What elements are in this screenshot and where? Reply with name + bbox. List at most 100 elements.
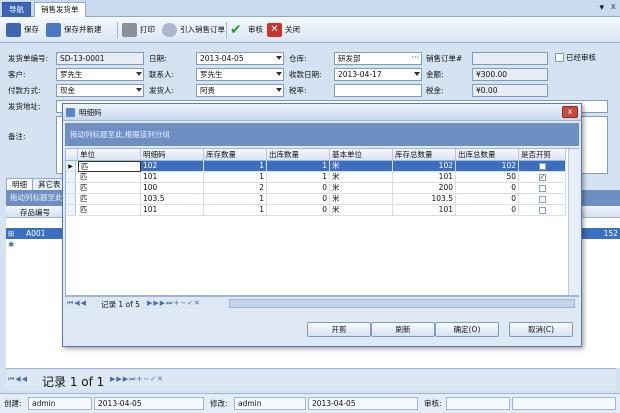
chevron-down-icon[interactable] — [276, 72, 282, 76]
cell-unit[interactable]: 匹 — [78, 172, 141, 183]
cell-code[interactable]: 101 — [141, 205, 204, 216]
col-out[interactable]: 出库数量 — [267, 149, 330, 161]
warehouse-field[interactable]: 研发部 ··· — [334, 52, 422, 65]
cancel-button[interactable]: 取消(C) — [509, 322, 573, 337]
customer-field[interactable]: 罗先生 — [56, 68, 144, 81]
audited-checkbox[interactable] — [555, 53, 564, 62]
contact-field[interactable]: 罗先生 — [196, 68, 284, 81]
chevron-down-icon[interactable] — [414, 72, 420, 76]
cell-base-unit[interactable]: 米 — [330, 161, 393, 172]
col-stock[interactable]: 库存数量 — [204, 149, 267, 161]
receive-date-field[interactable]: 2013-04-17 — [334, 68, 422, 81]
cut-checkbox[interactable] — [538, 163, 546, 170]
ellipsis-icon[interactable]: ··· — [411, 53, 419, 63]
cell-out-total[interactable]: 102 — [456, 161, 519, 172]
cell-stock[interactable]: 1 — [204, 205, 267, 216]
dialog-pager-prev-icons[interactable]: ⏮◀◀ — [67, 299, 87, 308]
cell-out[interactable]: 0 — [267, 205, 330, 216]
row-indicator[interactable] — [66, 183, 76, 194]
row-indicator[interactable] — [66, 172, 76, 183]
cell-out-total[interactable]: 0 — [456, 183, 519, 194]
tab-menu-icon[interactable]: ▾ — [599, 3, 604, 13]
table-row[interactable]: 匹 101 1 1 米 101 50 — [66, 172, 566, 183]
cut-checkbox[interactable] — [538, 207, 546, 214]
col-code[interactable]: 明细码 — [141, 149, 204, 161]
cut-checkbox[interactable] — [538, 185, 546, 192]
cell-stock-total[interactable]: 101 — [393, 172, 456, 183]
payment-field[interactable]: 现金 — [56, 84, 144, 97]
save-button[interactable]: 保存 — [4, 21, 43, 39]
col-out-total[interactable]: 出库总数量 — [456, 149, 519, 161]
cell-stock-total[interactable]: 103.5 — [393, 194, 456, 205]
cell-stock[interactable]: 1 — [204, 194, 267, 205]
dialog-pager-next-icons[interactable]: ▶▶▶⏭+−✓✕ — [147, 299, 201, 308]
cell-unit[interactable]: 匹 — [78, 183, 141, 194]
shipper-field[interactable]: 阿贵 — [196, 84, 284, 97]
dialog-titlebar[interactable]: 明细码 x — [63, 104, 581, 121]
chevron-down-icon[interactable] — [136, 72, 142, 76]
table-row[interactable]: 匹 101 1 0 米 101 0 — [66, 205, 566, 216]
ok-button[interactable]: 确定(O) — [435, 322, 499, 337]
cell-code[interactable]: 101 — [141, 172, 204, 183]
sales-order-field[interactable] — [472, 52, 548, 65]
dialog-close-button[interactable]: x — [562, 106, 578, 118]
col-stock-total[interactable]: 库存总数量 — [393, 149, 456, 161]
doc-no-field[interactable]: SD-13-0001 — [56, 52, 144, 65]
cell-base-unit[interactable]: 米 — [330, 172, 393, 183]
col-base-unit[interactable]: 基本单位 — [330, 149, 393, 161]
cell-out[interactable]: 0 — [267, 183, 330, 194]
col-cut[interactable]: 是否开剪 — [519, 149, 566, 161]
cell-base-unit[interactable]: 米 — [330, 205, 393, 216]
chevron-down-icon[interactable] — [136, 88, 142, 92]
row-indicator[interactable] — [66, 194, 76, 205]
cut-checkbox[interactable] — [538, 196, 546, 203]
cell-out[interactable]: 1 — [267, 161, 330, 172]
cell-base-unit[interactable]: 米 — [330, 194, 393, 205]
print-button[interactable]: 打印 — [120, 21, 159, 39]
col-unit[interactable]: 单位 — [78, 149, 141, 161]
cell-code[interactable]: 102 — [141, 161, 204, 172]
dialog-group-by-band[interactable]: 拖动列标题至此,根据该列分组 — [65, 123, 579, 146]
cell-code[interactable]: 103.5 — [141, 194, 204, 205]
pager-first-prev-icon[interactable]: ⏮◀◀ — [8, 375, 28, 384]
window-close-icon[interactable]: x — [611, 2, 616, 12]
cell-stock-total[interactable]: 101 — [393, 205, 456, 216]
cell-stock[interactable]: 1 — [204, 161, 267, 172]
import-order-button[interactable]: 引入销售订单 — [160, 21, 229, 39]
save-new-button[interactable]: 保存并新建 — [44, 21, 106, 39]
row-expand-icon[interactable]: ⊞ — [8, 228, 14, 239]
close-button[interactable]: ✕ 关闭 — [265, 21, 304, 39]
cell-unit[interactable]: 匹 — [78, 161, 141, 172]
pager-nav-icons[interactable]: ▶▶▶⏭+−✓✕ — [110, 375, 164, 384]
tab-navigation[interactable]: 导航 — [2, 2, 31, 17]
cell-stock[interactable]: 2 — [204, 183, 267, 194]
dialog-hscrollbar[interactable] — [229, 299, 575, 308]
table-row[interactable]: 匹 100 2 0 米 200 0 — [66, 183, 566, 194]
refresh-button[interactable]: 刷新 — [371, 322, 435, 337]
dialog-grid-scrollbar[interactable] — [568, 149, 579, 295]
audit-button[interactable]: ✔ 审核 — [228, 21, 267, 39]
table-row[interactable]: ▶ 匹 102 1 1 米 102 102 — [66, 161, 566, 172]
cell-unit[interactable]: 匹 — [78, 194, 141, 205]
tab-sales-delivery[interactable]: 销售发货单 — [34, 2, 86, 17]
main-grid-header-code[interactable]: 存品编号 — [20, 207, 50, 218]
cell-stock-total[interactable]: 102 — [393, 161, 456, 172]
cell-base-unit[interactable]: 米 — [330, 183, 393, 194]
cell-stock[interactable]: 1 — [204, 172, 267, 183]
current-row-indicator-icon[interactable]: ▶ — [66, 161, 76, 172]
cell-stock-total[interactable]: 200 — [393, 183, 456, 194]
chevron-down-icon[interactable] — [276, 88, 282, 92]
cut-button[interactable]: 开剪 — [307, 322, 371, 337]
cell-out-total[interactable]: 0 — [456, 194, 519, 205]
cell-out[interactable]: 0 — [267, 194, 330, 205]
date-field[interactable]: 2013-04-05 — [196, 52, 284, 65]
cell-unit[interactable]: 匹 — [78, 205, 141, 216]
cell-code[interactable]: 100 — [141, 183, 204, 194]
cell-out-total[interactable]: 50 — [456, 172, 519, 183]
cell-out-total[interactable]: 0 — [456, 205, 519, 216]
tax-rate-field[interactable] — [334, 84, 422, 97]
table-row[interactable]: 匹 103.5 1 0 米 103.5 0 — [66, 194, 566, 205]
cut-checkbox[interactable] — [538, 172, 546, 182]
chevron-down-icon[interactable] — [276, 56, 282, 60]
new-row-icon[interactable]: ✱ — [8, 240, 14, 249]
